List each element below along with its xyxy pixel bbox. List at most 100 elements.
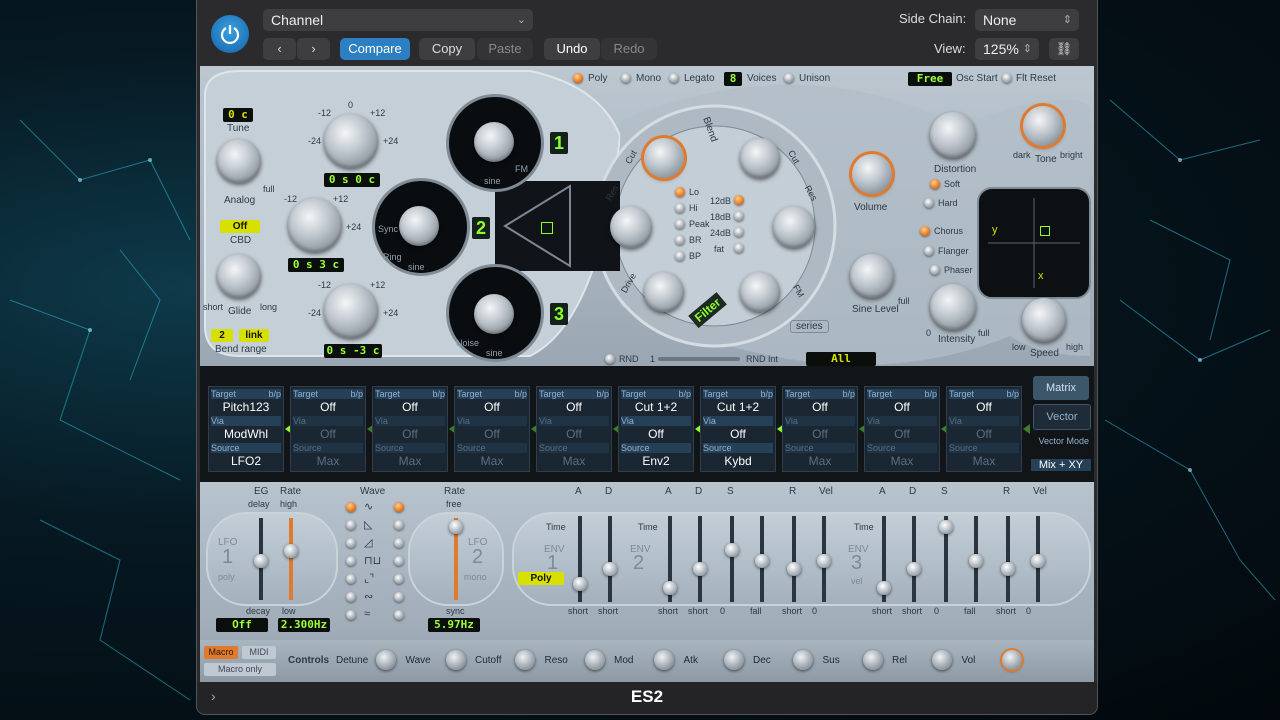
slot-source-value[interactable]: Max <box>949 454 1019 468</box>
power-button[interactable] <box>211 15 249 53</box>
filter-bp-led[interactable] <box>675 251 685 261</box>
filter-18db-led[interactable] <box>734 211 744 221</box>
lfo-wave-led[interactable] <box>394 574 404 584</box>
flt-reset-led[interactable] <box>1002 73 1012 83</box>
macro-detune-knob[interactable] <box>376 650 396 670</box>
osc3-pitch-knob[interactable] <box>324 284 378 338</box>
sine-level-knob[interactable] <box>850 254 894 298</box>
filter1-cut-knob[interactable] <box>644 138 684 178</box>
matrix-slot[interactable]: Target b/p Off Via Off Source Max <box>372 386 448 472</box>
slot-target-value[interactable]: Pitch123 <box>211 400 281 414</box>
lfo-wave-led[interactable] <box>346 520 356 530</box>
lfo-wave-led[interactable] <box>394 592 404 602</box>
slot-via-value[interactable]: Off <box>703 427 773 441</box>
matrix-slot[interactable]: Target b/p Cut 1+2 Via Off Source Kybd <box>700 386 776 472</box>
lfo1-eg-fader[interactable] <box>254 554 268 568</box>
slot-via-value[interactable]: Off <box>621 427 691 441</box>
macro-rel-knob[interactable] <box>932 650 952 670</box>
compare-button[interactable]: Compare <box>340 38 410 60</box>
slot-source-value[interactable]: Max <box>375 454 445 468</box>
macro-tab[interactable]: Macro <box>204 646 238 659</box>
macro-atk-knob[interactable] <box>723 650 744 670</box>
filter1-res-knob[interactable] <box>610 206 652 248</box>
slot-target-value[interactable]: Off <box>949 400 1019 414</box>
lfo-wave-led[interactable] <box>394 610 404 620</box>
env-fader[interactable] <box>573 576 587 591</box>
voices-count[interactable]: 8 <box>724 72 742 86</box>
slot-source-value[interactable]: Max <box>293 454 363 468</box>
lfo-wave-led[interactable] <box>346 556 356 566</box>
osc2-wave-knob[interactable] <box>399 206 439 246</box>
slot-target-value[interactable]: Off <box>785 400 855 414</box>
macro-vol-knob[interactable] <box>1001 650 1022 670</box>
poly-led[interactable] <box>573 73 583 83</box>
env-fader[interactable] <box>969 554 983 568</box>
slot-via-value[interactable]: Off <box>375 427 445 441</box>
env1-mode-dropdown[interactable]: Poly <box>518 572 564 585</box>
tune-value[interactable]: 0 c <box>223 108 253 122</box>
unison-led[interactable] <box>784 73 794 83</box>
filter-fat-led[interactable] <box>734 243 744 253</box>
lfo2-rate-value[interactable]: 5.97Hz <box>428 618 480 632</box>
lfo-wave-led[interactable] <box>346 574 356 584</box>
filter2-cut-knob[interactable] <box>740 138 780 178</box>
slot-amount-arrow[interactable] <box>1023 424 1030 434</box>
osc1-wave-knob[interactable] <box>474 122 514 162</box>
osc3-number[interactable]: 3 <box>550 303 568 325</box>
macro-mod-knob[interactable] <box>654 650 674 670</box>
slot-via-value[interactable]: Off <box>867 427 937 441</box>
osc2-pitch-knob[interactable] <box>288 198 342 252</box>
env-fader[interactable] <box>755 554 769 568</box>
slot-via-value[interactable]: Off <box>457 427 527 441</box>
slot-via-value[interactable]: ModWhl <box>211 427 281 441</box>
previous-preset-button[interactable]: ‹ <box>263 38 296 60</box>
slot-source-value[interactable]: Max <box>457 454 527 468</box>
preset-dropdown[interactable]: Channel ⌄ <box>263 9 533 31</box>
slot-source-value[interactable]: Env2 <box>621 454 691 468</box>
undo-button[interactable]: Undo <box>544 38 600 60</box>
xy-pad-point[interactable] <box>1040 226 1050 236</box>
slot-via-value[interactable]: Off <box>539 427 609 441</box>
slot-via-value[interactable]: Off <box>949 427 1019 441</box>
slot-target-value[interactable]: Off <box>293 400 363 414</box>
analog-knob[interactable] <box>217 139 261 183</box>
bend-link-value[interactable]: link <box>239 329 269 342</box>
osc3-wave-knob[interactable] <box>474 294 514 334</box>
flanger-led[interactable] <box>924 246 934 256</box>
redo-button[interactable]: Redo <box>601 38 657 60</box>
matrix-button[interactable]: Matrix <box>1033 376 1089 400</box>
osc2-number[interactable]: 2 <box>472 217 490 239</box>
rnd-target-dropdown[interactable]: All <box>806 352 876 366</box>
filter-24db-led[interactable] <box>734 227 744 237</box>
matrix-slot[interactable]: Target b/p Off Via Off Source Max <box>536 386 612 472</box>
filter-drive-knob[interactable] <box>644 272 684 312</box>
slot-target-value[interactable]: Off <box>867 400 937 414</box>
lfo2-rate-fader[interactable] <box>449 520 463 534</box>
env-fader[interactable] <box>907 561 921 576</box>
filter-hi-led[interactable] <box>675 203 685 213</box>
volume-knob[interactable] <box>852 154 892 194</box>
lfo1-rate-value[interactable]: 2.300Hz <box>278 618 330 632</box>
glide-knob[interactable] <box>217 254 261 298</box>
view-zoom-dropdown[interactable]: 125% ⇕ <box>975 38 1039 60</box>
matrix-slot[interactable]: Target b/p Off Via Off Source Max <box>864 386 940 472</box>
lfo-wave-led[interactable] <box>394 520 404 530</box>
distortion-soft-led[interactable] <box>930 179 940 189</box>
rnd-int-slider[interactable] <box>658 357 740 361</box>
filter-fm-knob[interactable] <box>740 272 780 312</box>
osc1-number[interactable]: 1 <box>550 132 568 154</box>
env-fader[interactable] <box>1001 561 1015 576</box>
slot-via-value[interactable]: Off <box>293 427 363 441</box>
env-fader[interactable] <box>877 580 891 595</box>
macro-reso-knob[interactable] <box>584 650 605 670</box>
filter-lo-led[interactable] <box>675 187 685 197</box>
sidechain-dropdown[interactable]: None ⇕ <box>975 9 1079 31</box>
env-fader[interactable] <box>693 561 707 576</box>
env-fader[interactable] <box>787 561 801 576</box>
chorus-led[interactable] <box>920 226 930 236</box>
env-fader[interactable] <box>725 542 739 557</box>
distortion-hard-led[interactable] <box>924 198 934 208</box>
matrix-slot[interactable]: Target b/p Off Via Off Source Max <box>782 386 858 472</box>
slot-via-value[interactable]: Off <box>785 427 855 441</box>
cbd-dropdown[interactable]: Off <box>220 220 260 233</box>
